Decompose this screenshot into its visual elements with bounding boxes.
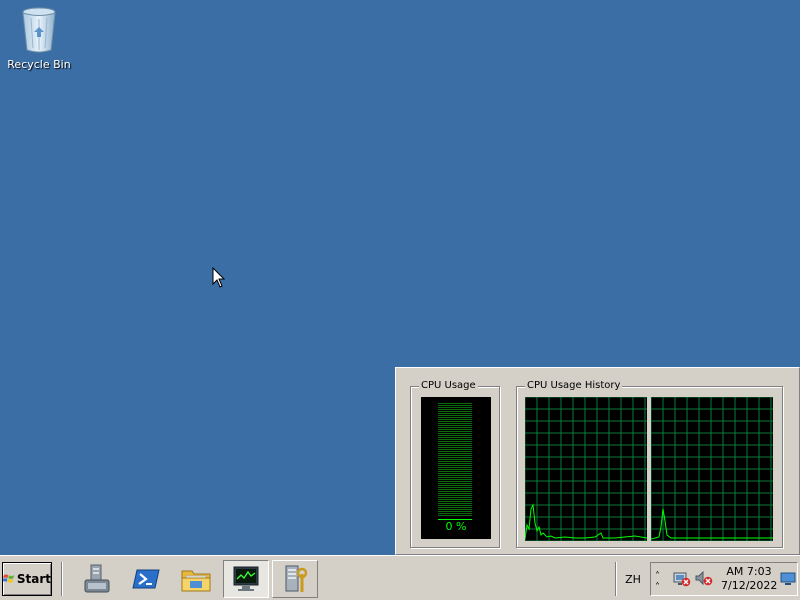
- windows-explorer-button[interactable]: [173, 560, 219, 598]
- recycle-bin-icon: [22, 7, 56, 53]
- taskbar-separator-right: [615, 562, 617, 596]
- cpu-usage-history-group: CPU Usage History: [516, 379, 783, 548]
- server-tool-button[interactable]: [272, 560, 318, 598]
- language-indicator[interactable]: ZH: [620, 562, 646, 596]
- cpu-usage-meter-bars: [438, 403, 472, 520]
- task-manager-performance-panel[interactable]: CPU Usage 0 % CPU Usage History: [395, 367, 800, 555]
- task-manager-icon: [233, 566, 259, 591]
- show-hidden-icons-chevron[interactable]: ˄ ˄: [655, 571, 660, 593]
- server-manager-button[interactable]: [74, 560, 120, 598]
- windows-explorer-icon: [181, 570, 211, 592]
- cpu-usage-title: CPU Usage: [419, 379, 478, 393]
- cpu-history-chart-1: [524, 396, 648, 542]
- network-error-icon[interactable]: [673, 571, 691, 587]
- server-manager-icon: [84, 564, 110, 593]
- cpu-usage-history-title: CPU Usage History: [525, 379, 623, 393]
- notification-area: ˄ ˄ AM 7:03 7/12/2022: [650, 562, 798, 596]
- cpu-usage-group: CPU Usage 0 %: [410, 379, 500, 548]
- cpu-usage-meter: 0 %: [421, 397, 491, 539]
- cpu-history-graph-core-2: [650, 396, 773, 542]
- volume-muted-icon[interactable]: [695, 571, 713, 587]
- powershell-button[interactable]: [123, 560, 169, 598]
- server-tool-icon: [285, 565, 308, 592]
- taskbar: Start ZH ˄ ˄ AM 7:03 7/12/2022: [0, 555, 800, 600]
- show-desktop-icon[interactable]: [780, 572, 796, 586]
- clock-time: AM 7:03: [726, 565, 772, 578]
- system-clock[interactable]: AM 7:03 7/12/2022: [721, 565, 777, 593]
- task-manager-button[interactable]: [223, 560, 269, 598]
- desktop[interactable]: Recycle Bin CPU Usage 0 % CPU Usage Hist…: [0, 0, 800, 600]
- cpu-usage-percent: 0 %: [445, 520, 467, 533]
- mouse-pointer-icon: [212, 267, 226, 288]
- clock-date: 7/12/2022: [721, 579, 778, 592]
- powershell-icon: [132, 569, 160, 589]
- desktop-icon-label: Recycle Bin: [7, 58, 71, 71]
- start-button[interactable]: Start: [2, 562, 52, 596]
- start-label: Start: [16, 572, 51, 586]
- taskbar-separator: [61, 562, 63, 596]
- cpu-history-graph-core-1: [524, 396, 648, 542]
- cpu-history-chart-2: [650, 396, 773, 542]
- windows-logo-icon: [3, 574, 15, 583]
- desktop-icon-recycle-bin[interactable]: Recycle Bin: [6, 6, 72, 71]
